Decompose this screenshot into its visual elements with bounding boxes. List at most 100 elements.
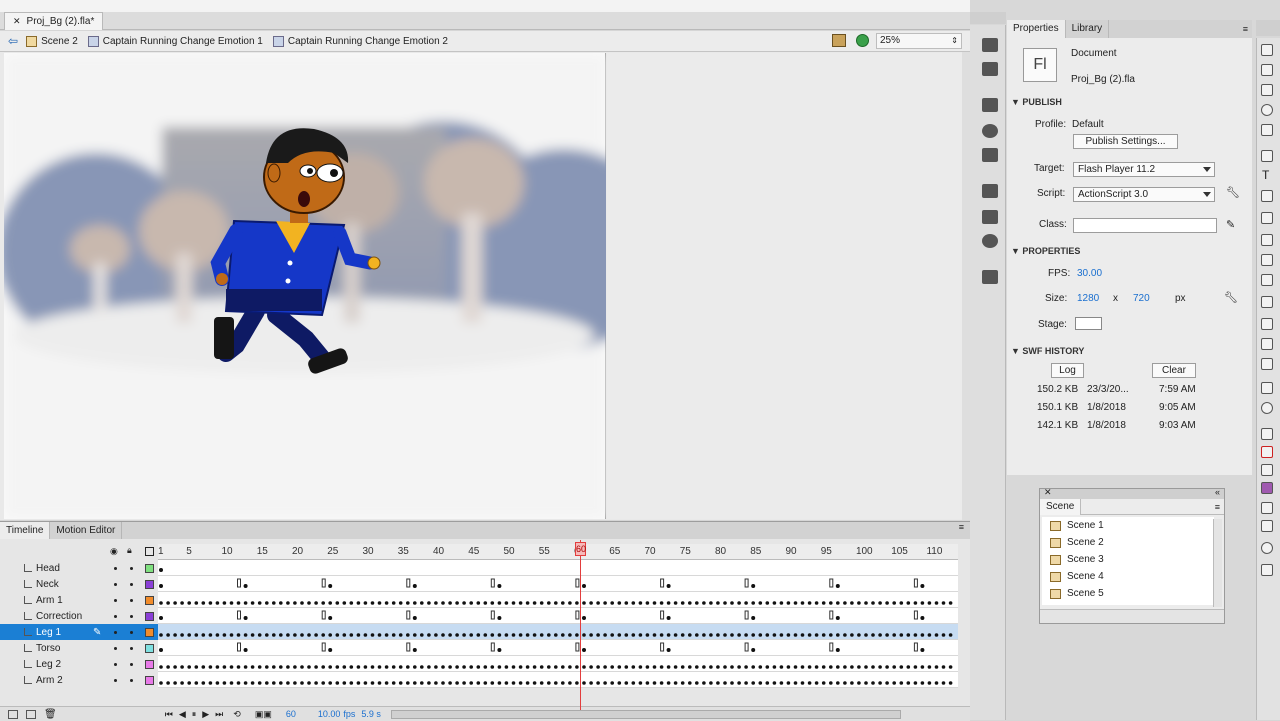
lock-dot[interactable] (130, 614, 133, 618)
layer-row[interactable]: Arm 2 (0, 672, 158, 688)
no-color-icon[interactable] (1261, 520, 1273, 532)
stroke-swatch[interactable] (1261, 446, 1273, 458)
layer-name[interactable]: Torso (36, 643, 106, 654)
log-button[interactable]: Log (1051, 363, 1084, 378)
layer-row[interactable]: Torso (0, 640, 158, 656)
frame-row[interactable] (158, 560, 958, 576)
close-icon[interactable]: ✕ (1044, 487, 1052, 498)
first-frame-icon[interactable]: ⏮ (165, 709, 173, 720)
outline-icon[interactable] (145, 547, 154, 556)
frame-strip[interactable] (158, 560, 958, 576)
script-select[interactable]: ActionScript 3.0 (1073, 187, 1215, 202)
layer-row[interactable]: Arm 1 (0, 592, 158, 608)
layer-outline-swatch[interactable] (145, 627, 154, 637)
lock-icon[interactable]: 🔒︎ (127, 545, 132, 556)
frame-strip[interactable] (158, 592, 958, 608)
lock-dot[interactable] (130, 630, 133, 634)
lock-dot[interactable] (130, 662, 133, 666)
text-tool-icon[interactable]: T (1262, 168, 1269, 182)
frame-ruler[interactable]: 1510152025303540455055606570758085909510… (158, 544, 958, 560)
frame-row[interactable] (158, 576, 958, 592)
snap-magnet-icon[interactable] (1261, 542, 1273, 554)
tab-library[interactable]: Library (1066, 20, 1110, 38)
visibility-dot[interactable] (114, 582, 117, 586)
layer-outline-swatch[interactable] (145, 643, 154, 653)
wrench-icon[interactable]: 🔧︎ (1226, 186, 1240, 199)
eyedropper-tool-icon[interactable] (1261, 338, 1273, 350)
pencil-icon[interactable]: ✎ (1226, 218, 1235, 231)
panel-menu-icon[interactable]: ≡ (1243, 20, 1248, 38)
close-icon[interactable]: ✕ (13, 16, 21, 27)
edit-scene-icon[interactable] (832, 34, 846, 47)
layer-row[interactable]: Leg 2 (0, 656, 158, 672)
layer-name[interactable]: Correction (36, 611, 106, 622)
rectangle-tool-icon[interactable] (1261, 212, 1273, 224)
frame-row[interactable] (158, 624, 958, 640)
paint-bucket-tool-icon[interactable] (1261, 318, 1273, 330)
components-icon[interactable] (982, 210, 998, 224)
stage-canvas[interactable] (0, 53, 664, 519)
lock-dot[interactable] (130, 566, 133, 570)
loop-icon[interactable]: ⟲ (233, 709, 241, 720)
new-folder-icon[interactable] (26, 709, 36, 719)
collapse-icon[interactable]: « (1215, 487, 1220, 497)
zoom-tool-icon[interactable] (1261, 402, 1273, 414)
playhead-line[interactable] (580, 540, 581, 710)
lock-dot[interactable] (130, 678, 133, 682)
scene-list-item[interactable]: Scene 3 (1042, 551, 1214, 568)
step-forward-icon[interactable]: ▶︎ (202, 709, 209, 720)
stage-artwork[interactable] (0, 53, 664, 519)
lock-dot[interactable] (130, 598, 133, 602)
stage-color-swatch[interactable] (1075, 317, 1102, 330)
fill-color-icon[interactable] (1261, 464, 1273, 476)
pencil-tool-icon[interactable] (1261, 234, 1273, 246)
height-value[interactable]: 720 (1133, 293, 1150, 304)
history-icon[interactable] (982, 270, 998, 284)
layer-name[interactable]: Head (36, 563, 106, 574)
frame-strip[interactable] (158, 608, 958, 624)
scene-list-item[interactable]: Scene 5 (1042, 585, 1214, 602)
delete-layer-icon[interactable]: 🗑︎ (44, 709, 57, 720)
layer-row[interactable]: Head (0, 560, 158, 576)
fps-value[interactable]: 30.00 (1077, 268, 1102, 279)
visibility-dot[interactable] (114, 614, 117, 618)
layer-row[interactable]: Neck (0, 576, 158, 592)
visibility-dot[interactable] (114, 566, 117, 570)
history-row[interactable]: 142.1 KB 1/8/2018 9:03 AM (1037, 420, 1237, 438)
eraser-tool-icon[interactable] (1261, 358, 1273, 370)
zoom-field[interactable]: 25% ⇕ (876, 33, 962, 49)
breadcrumb-symbol-1[interactable]: Captain Running Change Emotion 1 (87, 35, 263, 47)
stepper-icon[interactable]: ⇕ (951, 34, 958, 48)
free-transform-tool-icon[interactable] (1261, 84, 1273, 96)
scene-list-scrollbar[interactable] (1213, 519, 1222, 607)
color-icon[interactable] (982, 124, 998, 138)
fill-swatch[interactable] (1261, 482, 1273, 494)
lock-dot[interactable] (130, 582, 133, 586)
scene-panel-titlebar[interactable]: ✕ « (1040, 487, 1224, 499)
visibility-dot[interactable] (114, 678, 117, 682)
frame-row[interactable] (158, 672, 958, 688)
frame-strip[interactable] (158, 656, 958, 672)
visibility-dot[interactable] (114, 662, 117, 666)
hand-tool-icon[interactable] (1261, 382, 1273, 394)
frame-strip[interactable] (158, 640, 958, 656)
publish-settings-button[interactable]: Publish Settings... (1073, 134, 1178, 149)
clear-button[interactable]: Clear (1152, 363, 1196, 378)
frame-row[interactable] (158, 608, 958, 624)
frame-row[interactable] (158, 592, 958, 608)
deco-tool-icon[interactable] (1261, 274, 1273, 286)
layer-row[interactable]: Correction (0, 608, 158, 624)
swap-colors-icon[interactable] (1261, 502, 1273, 514)
publish-section-header[interactable]: ▼ PUBLISH (1011, 97, 1062, 107)
panel-menu-icon[interactable]: ≡ (1215, 502, 1220, 512)
frame-row[interactable] (158, 640, 958, 656)
document-tab[interactable]: ✕ Proj_Bg (2).fla* (4, 12, 104, 30)
layer-name[interactable]: Neck (36, 579, 106, 590)
new-layer-icon[interactable] (8, 709, 18, 719)
tab-properties[interactable]: Properties (1007, 20, 1066, 38)
target-select[interactable]: Flash Player 11.2 (1073, 162, 1215, 177)
smooth-icon[interactable] (1261, 564, 1273, 576)
visibility-dot[interactable] (114, 646, 117, 650)
scene-list-item[interactable]: Scene 1 (1042, 517, 1214, 534)
class-input[interactable] (1073, 218, 1217, 233)
